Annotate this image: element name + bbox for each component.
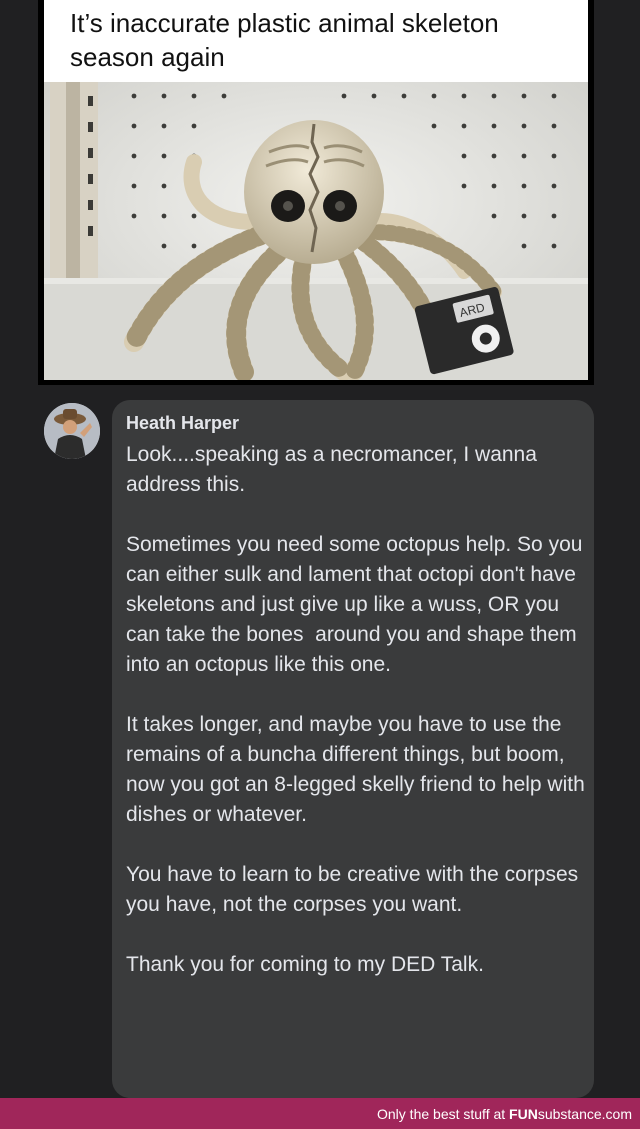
comment-body: Look....speaking as a necromancer, I wan… bbox=[126, 440, 586, 980]
comment-paragraph: Look....speaking as a necromancer, I wan… bbox=[126, 443, 543, 496]
brand-rest: substance.com bbox=[537, 1106, 632, 1122]
meme-post: It’s inaccurate plastic animal skeleton … bbox=[38, 0, 594, 385]
profile-photo-icon bbox=[44, 403, 100, 459]
comment-paragraph: Sometimes you need some octopus help. So… bbox=[126, 533, 589, 676]
avatar[interactable] bbox=[44, 403, 100, 459]
brand-fun: FUN bbox=[509, 1106, 538, 1122]
comment-bubble: Heath Harper Look....speaking as a necro… bbox=[112, 400, 594, 1098]
comment-paragraph: It takes longer, and maybe you have to u… bbox=[126, 713, 591, 826]
watermark-footer: Only the best stuff at FUNsubstance.com bbox=[0, 1098, 640, 1129]
meme-caption-box: It’s inaccurate plastic animal skeleton … bbox=[44, 0, 588, 82]
comment-paragraph: You have to learn to be creative with th… bbox=[126, 863, 585, 916]
comment-author-name[interactable]: Heath Harper bbox=[126, 413, 239, 434]
tagline-text: Only the best stuff at bbox=[377, 1106, 510, 1122]
meme-caption: It’s inaccurate plastic animal skeleton … bbox=[70, 8, 499, 72]
watermark-tagline: Only the best stuff at FUNsubstance.com bbox=[377, 1106, 632, 1122]
octopus-skeleton-photo: ARD bbox=[44, 82, 588, 380]
comment-paragraph: Thank you for coming to my DED Talk. bbox=[126, 953, 484, 976]
